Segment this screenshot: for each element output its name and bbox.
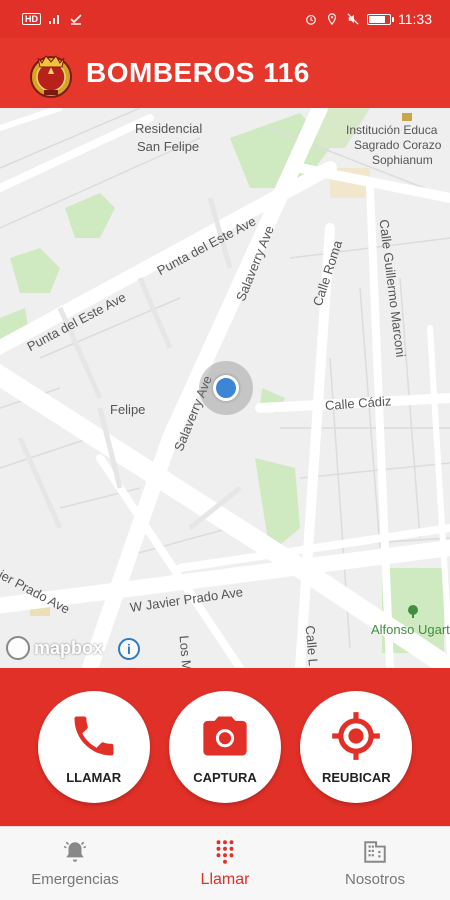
app-header: BOMBEROS 116 [0,38,450,108]
phone-icon [74,716,114,755]
map-label-sophianum: Sophianum [372,153,433,167]
alarm-icon [306,14,316,25]
camera-icon [203,716,247,755]
network-type-badge: HD [22,13,41,25]
map-label-los-m: Los M [176,634,195,668]
map-info-icon[interactable]: i [118,638,140,660]
fire-department-logo [30,55,72,98]
map-label-sagrado: Sagrado Corazo [354,138,442,152]
status-left: HD [22,13,83,25]
signal-icon [49,15,59,24]
relocate-button[interactable]: REUBICAR [300,691,413,803]
check-download-icon [70,14,82,25]
dialpad-icon [216,839,234,864]
user-location-marker [213,375,239,401]
app-title: BOMBEROS 116 [86,57,310,88]
map-view[interactable]: Residencial San Felipe Institución Educa… [0,108,450,668]
action-panel: LLAMAR CAPTURA REUBICAR [0,668,450,826]
bell-alarm-icon [63,841,87,862]
mapbox-attribution[interactable]: mapbox [6,636,103,660]
battery-icon [367,13,394,25]
capture-button[interactable]: CAPTURA [168,691,281,803]
nav-label-about: Nosotros [344,871,406,888]
nav-label-call: Llamar [200,870,250,888]
capture-button-label: CAPTURA [193,769,257,785]
relocate-button-label: REUBICAR [322,769,391,785]
call-button-label: LLAMAR [66,769,122,785]
bottom-navigation: Emergencias Llamar Nosotros [0,826,450,900]
mapbox-logo-icon [6,636,30,660]
status-bar: HD 11:33 [0,0,450,38]
map-label-san-felipe: San Felipe [137,139,200,154]
map-label-residencial: Residencial [135,121,203,136]
nav-item-emergencies[interactable]: Emergencias [0,827,150,900]
nav-label-emergencies: Emergencias [31,871,119,888]
map-label-institucion: Institución Educa [346,123,438,137]
location-icon [327,13,337,25]
status-right: 11:33 [304,11,432,27]
crosshair-icon [332,711,381,760]
nav-item-call[interactable]: Llamar [150,827,300,900]
call-button[interactable]: LLAMAR [37,691,150,803]
building-icon [364,841,386,863]
map-label-alfonso: Alfonso Ugart [371,622,450,637]
mute-icon [347,13,359,25]
status-time: 11:33 [398,11,432,27]
nav-item-about[interactable]: Nosotros [300,827,450,900]
mapbox-text: mapbox [34,637,104,658]
map-label-felipe: Felipe [110,402,146,417]
